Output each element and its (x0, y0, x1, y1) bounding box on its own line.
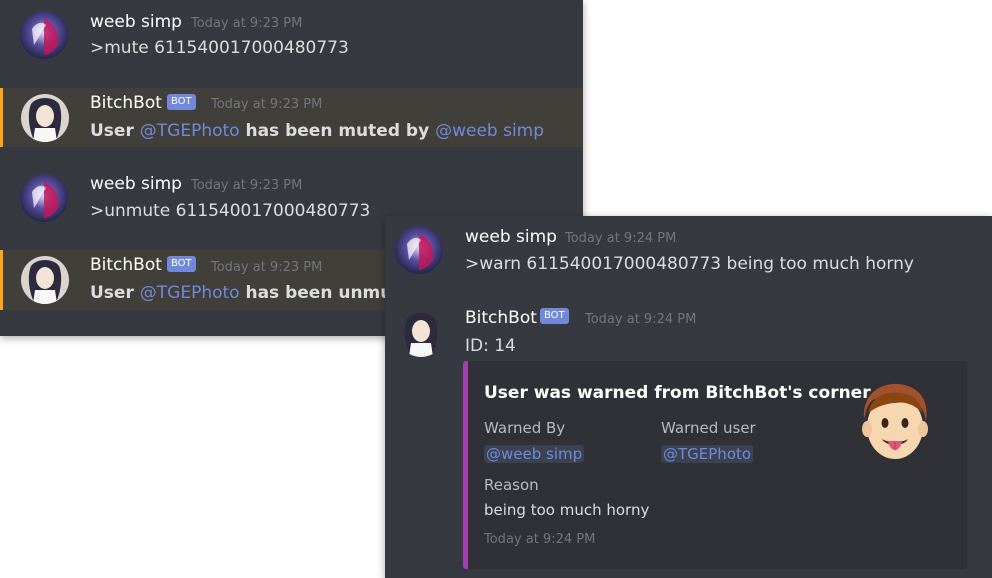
message-content: User @TGEPhoto has been muted by @weeb s… (90, 121, 544, 141)
message-author[interactable]: weeb simp (90, 174, 182, 194)
bot-badge: BOT (167, 256, 196, 272)
embed-footer-timestamp: Today at 9:24 PM (484, 532, 596, 547)
bot-badge: BOT (540, 308, 569, 324)
message-content: >mute 611540017000480773 (90, 38, 349, 58)
warning-embed: User was warned from BitchBot's corner W… (463, 361, 967, 569)
message-author[interactable]: BitchBot (90, 93, 162, 113)
user-avatar-weeb-simp[interactable] (395, 226, 443, 274)
embed-field-name: Warned By (484, 419, 566, 437)
user-mention[interactable]: @TGEPhoto (661, 445, 754, 463)
message-author[interactable]: weeb simp (90, 12, 182, 32)
embed-field-name: Reason (484, 476, 539, 494)
message-timestamp: Today at 9:23 PM (191, 16, 303, 31)
content-text: User (90, 121, 134, 141)
message-user[interactable]: weeb simp Today at 9:24 PM >warn 6115400… (385, 216, 992, 286)
user-avatar-weeb-simp[interactable] (20, 174, 68, 222)
user-mention[interactable]: @TGEPhoto (140, 283, 240, 303)
message-timestamp: Today at 9:23 PM (211, 97, 323, 112)
user-avatar-weeb-simp[interactable] (20, 11, 68, 59)
message-author[interactable]: BitchBot (465, 308, 537, 328)
embed-field-value: @weeb simp (484, 445, 585, 463)
user-mention[interactable]: @weeb simp (484, 445, 585, 463)
embed-title: User was warned from BitchBot's corner (484, 383, 871, 403)
stage: weeb simp Today at 9:23 PM >mute 6115400… (0, 0, 992, 578)
message-content: >warn 611540017000480773 being too much … (465, 254, 914, 274)
bot-badge: BOT (167, 94, 196, 110)
message-author[interactable]: BitchBot (90, 255, 162, 275)
bot-avatar-bitchbot[interactable] (21, 94, 69, 142)
message-timestamp: Today at 9:24 PM (585, 312, 697, 327)
chat-panel-right: weeb simp Today at 9:24 PM >warn 6115400… (385, 216, 992, 578)
message-content: ID: 14 (465, 336, 516, 356)
embed-field-value: @TGEPhoto (661, 445, 754, 463)
bot-avatar-bitchbot[interactable] (397, 309, 445, 357)
message-bot-highlighted[interactable]: BitchBot BOT Today at 9:23 PM User @TGEP… (0, 88, 583, 147)
bot-avatar-bitchbot[interactable] (21, 256, 69, 304)
message-content: User @TGEPhoto has been unmute (90, 283, 412, 303)
tongue-face-emoji-icon (852, 379, 938, 465)
message-content: >unmute 611540017000480773 (90, 201, 371, 221)
user-mention[interactable]: @weeb simp (435, 121, 544, 141)
message-timestamp: Today at 9:23 PM (191, 178, 303, 193)
message-timestamp: Today at 9:24 PM (565, 231, 677, 246)
message-timestamp: Today at 9:23 PM (211, 260, 323, 275)
message-author[interactable]: weeb simp (465, 227, 557, 247)
message-user[interactable]: weeb simp Today at 9:23 PM >mute 6115400… (0, 0, 583, 78)
content-text: User (90, 283, 134, 303)
user-mention[interactable]: @TGEPhoto (140, 121, 240, 141)
content-text: has been muted by (245, 121, 430, 141)
message-bot[interactable]: BitchBot BOT Today at 9:24 PM ID: 14 Use… (385, 296, 992, 578)
embed-field-name: Warned user (661, 419, 756, 437)
embed-field-value: being too much horny (484, 501, 650, 519)
